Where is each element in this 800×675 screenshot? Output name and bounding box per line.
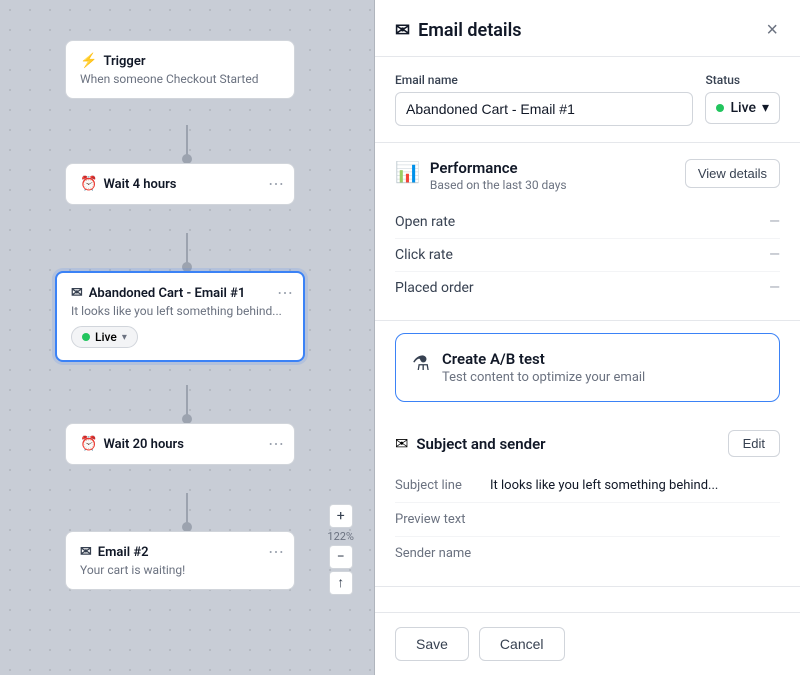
wait2-title: Wait 20 hours [103,437,183,452]
email1-title: Abandoned Cart - Email #1 [89,286,246,301]
wait2-menu[interactable]: ⋯ [268,434,284,453]
performance-title: Performance [430,159,567,177]
status-value: Live [730,100,755,116]
stat-row-click-rate: Click rate — [395,239,780,272]
panel-header: ✉ Email details × [375,0,800,57]
stat-label-placed-order: Placed order [395,280,474,296]
ab-test-title: Create A/B test [442,350,645,368]
sender-name-row: Sender name [395,537,780,570]
performance-header: 📊 Performance Based on the last 30 days … [395,159,780,192]
edit-button[interactable]: Edit [728,430,780,457]
panel-title-icon: ✉ [395,20,410,41]
stat-row-placed-order: Placed order — [395,272,780,304]
email2-title: Email #2 [98,545,149,560]
email1-menu[interactable]: ⋯ [277,283,293,302]
live-indicator [82,333,90,341]
ab-test-icon: ⚗ [412,351,430,375]
wait2-node[interactable]: ⏰ Wait 20 hours ⋯ [65,423,295,465]
cancel-button[interactable]: Cancel [479,627,565,661]
connector-line-1 [186,125,188,155]
status-label: Status [705,73,780,87]
wait2-icon: ⏰ [80,436,97,452]
view-details-button[interactable]: View details [685,159,780,188]
zoom-controls: + 122% − ↑ [327,504,354,595]
subject-section-icon: ✉ [395,434,408,453]
email-name-label: Email name [395,73,693,87]
ab-test-card[interactable]: ⚗ Create A/B test Test content to optimi… [395,333,780,402]
subject-line-row: Subject line It looks like you left some… [395,469,780,503]
perf-title-block: 📊 Performance Based on the last 30 days [395,159,567,192]
email2-icon: ✉ [80,544,92,560]
workflow-canvas: ⚡ Trigger When someone Checkout Started … [0,0,375,675]
email1-subtitle: It looks like you left something behind.… [71,304,289,318]
wait1-icon: ⏰ [80,176,97,192]
zoom-in-button[interactable]: + [329,504,353,528]
trigger-subtitle: When someone Checkout Started [80,72,280,86]
stat-label-click-rate: Click rate [395,247,453,263]
wait1-menu[interactable]: ⋯ [268,174,284,193]
performance-subtitle: Based on the last 30 days [430,178,567,192]
subject-sender-section: ✉ Subject and sender Edit Subject line I… [375,414,800,587]
performance-section: 📊 Performance Based on the last 30 days … [375,143,800,321]
subject-line-value: It looks like you left something behind.… [490,478,718,493]
status-dropdown[interactable]: Live ▾ [705,92,780,124]
email2-node[interactable]: ✉ Email #2 Your cart is waiting! ⋯ [65,531,295,590]
subject-section-title: Subject and sender [416,435,545,453]
zoom-label: 122% [327,530,354,543]
wait1-node[interactable]: ⏰ Wait 4 hours ⋯ [65,163,295,205]
trigger-node[interactable]: ⚡ Trigger When someone Checkout Started [65,40,295,99]
connector-line-2 [186,233,188,263]
preview-text-row: Preview text [395,503,780,537]
stat-row-open-rate: Open rate — [395,206,780,239]
status-dot [716,104,724,112]
close-button[interactable]: × [764,18,780,42]
panel-title-text: Email details [418,20,521,41]
email1-badge[interactable]: Live ▾ [71,326,138,348]
email-name-input[interactable] [395,92,693,126]
preview-text-label: Preview text [395,512,490,527]
email1-node[interactable]: ✉ Abandoned Cart - Email #1 It looks lik… [55,271,305,362]
connector-line-4 [186,493,188,523]
wait1-title: Wait 4 hours [103,177,176,192]
email2-subtitle: Your cart is waiting! [80,563,280,577]
bottom-actions: Save Cancel [375,612,800,675]
status-arrow-icon: ▾ [762,100,769,116]
stat-value-open-rate: — [769,214,780,230]
email-name-section: Email name Status Live ▾ [375,57,800,143]
zoom-reset-button[interactable]: ↑ [329,571,353,595]
email1-icon: ✉ [71,285,83,301]
zoom-out-button[interactable]: − [329,545,353,569]
panel-title: ✉ Email details [395,20,522,41]
section-title-row: ✉ Subject and sender [395,434,546,453]
stat-value-placed-order: — [769,280,780,296]
trigger-icon: ⚡ [80,53,97,69]
connector-line-3 [186,385,188,415]
sender-name-label: Sender name [395,546,490,561]
stat-label-open-rate: Open rate [395,214,455,230]
right-panel: ✉ Email details × Email name Status Live… [375,0,800,675]
save-button[interactable]: Save [395,627,469,661]
subject-header: ✉ Subject and sender Edit [395,430,780,457]
email-name-group: Email name [395,73,693,126]
badge-arrow-icon: ▾ [122,332,127,343]
email2-menu[interactable]: ⋯ [268,542,284,561]
performance-icon: 📊 [395,160,420,184]
subject-fields: Subject line It looks like you left some… [395,469,780,570]
trigger-title: Trigger [103,54,145,69]
ab-test-subtitle: Test content to optimize your email [442,370,645,385]
live-label: Live [95,330,117,344]
stat-value-click-rate: — [769,247,780,263]
status-group: Status Live ▾ [705,73,780,124]
performance-stats: Open rate — Click rate — Placed order — [395,206,780,304]
subject-line-label: Subject line [395,478,490,493]
